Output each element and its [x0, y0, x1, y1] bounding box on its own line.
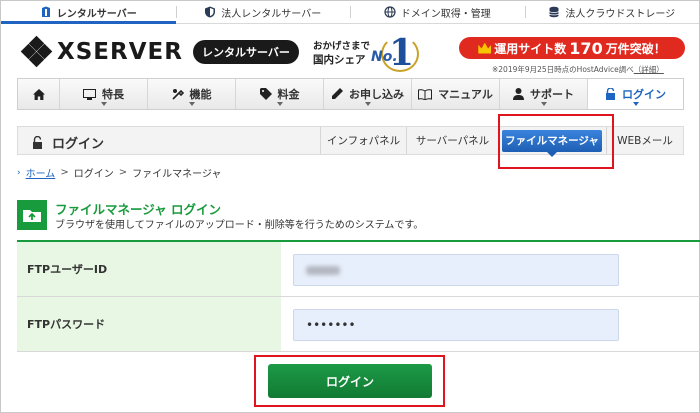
- monitor-icon: [83, 88, 96, 100]
- ftp-user-id-input[interactable]: [293, 254, 619, 286]
- breadcrumb-login[interactable]: ログイン: [74, 165, 114, 180]
- pen-icon: [332, 88, 343, 99]
- highlight-file-manager-tab: [498, 114, 614, 169]
- tab-label: インフォパネル: [326, 135, 401, 147]
- ftp-password-row: FTPパスワード: [17, 297, 700, 352]
- promo-detail-link[interactable]: （詳細）: [634, 65, 664, 74]
- book-icon: [418, 88, 433, 100]
- logo-mark-icon: [20, 35, 53, 68]
- building-icon: [41, 6, 50, 17]
- service-tab-rental-server[interactable]: レンタルサーバー: [1, 1, 176, 24]
- tab-label: WEBメール: [617, 135, 673, 147]
- globe-icon: [384, 6, 396, 18]
- service-tab-label: 法人クラウドストレージ: [565, 8, 676, 20]
- nav-label: お申し込み: [349, 88, 404, 101]
- shield-icon: [205, 6, 216, 18]
- logo-badge: レンタルサーバー: [192, 40, 299, 64]
- nav-support[interactable]: サポート: [500, 79, 588, 109]
- service-tab-cloud-storage[interactable]: 法人クラウドストレージ: [524, 1, 700, 23]
- nav-label: 機能: [189, 88, 212, 101]
- breadcrumb: › ホーム > ログイン > ファイルマネージャ: [17, 165, 221, 180]
- nav-apply[interactable]: お申し込み: [324, 79, 412, 109]
- no1-line2: 国内シェア: [313, 54, 366, 66]
- main-nav: 特長 機能 料金 お申し込み マニュアル サポート ログイン: [17, 78, 684, 110]
- breadcrumb-home[interactable]: ホーム: [26, 165, 56, 180]
- promo-note: ※2019年9月25日時点のHostAdvice調べ（詳細）: [492, 64, 664, 75]
- nav-label: 特長: [102, 88, 124, 101]
- promo-number: 170: [569, 38, 603, 58]
- nav-functions[interactable]: 機能: [148, 79, 236, 109]
- nav-label: サポート: [530, 88, 574, 101]
- nav-pricing[interactable]: 料金: [236, 79, 324, 109]
- tools-icon: [171, 89, 184, 100]
- ftp-user-label: FTPユーザーID: [17, 242, 281, 296]
- database-icon: [549, 6, 560, 18]
- tag-icon: [259, 88, 272, 100]
- promo-note-text: ※2019年9月25日時点のHostAdvice調べ: [492, 65, 634, 74]
- xserver-logo[interactable]: XSERVER レンタルサーバー: [20, 35, 299, 68]
- service-tab-label: レンタルサーバー: [56, 8, 137, 20]
- chevron-down-icon: [540, 102, 547, 106]
- breadcrumb-separator: >: [118, 167, 128, 178]
- breadcrumb-separator: >: [60, 167, 69, 178]
- subbar-title: ログイン: [32, 133, 104, 152]
- service-tab-corporate-server[interactable]: 法人レンタルサーバー: [175, 1, 351, 23]
- nav-manual[interactable]: マニュアル: [412, 79, 500, 109]
- ftp-password-label: FTPパスワード: [17, 297, 281, 351]
- nav-label: 料金: [277, 88, 300, 101]
- breadcrumb-current: ファイルマネージャ: [132, 169, 222, 180]
- nav-label: マニュアル: [438, 88, 493, 101]
- unlock-icon: [33, 136, 42, 149]
- folder-upload-icon: [17, 200, 47, 230]
- tab-webmail[interactable]: WEBメール: [606, 127, 683, 154]
- ftp-password-input[interactable]: [293, 309, 619, 341]
- redacted-user-id: [306, 266, 340, 275]
- nav-home[interactable]: [18, 79, 60, 109]
- promo-banner: 運用サイト数 170 万件突破！: [459, 37, 685, 59]
- nav-label: ログイン: [622, 88, 666, 101]
- promo-suffix: 万件突破！: [605, 41, 666, 56]
- chevron-down-icon: [188, 102, 195, 106]
- crown-icon: [478, 42, 492, 54]
- no1-number: 1: [389, 32, 415, 74]
- service-tab-label: ドメイン取得・管理: [400, 8, 491, 20]
- chevron-right-icon: ›: [17, 167, 21, 178]
- tab-label: サーバーパネル: [415, 135, 490, 147]
- chevron-down-icon: [276, 102, 283, 106]
- ftp-user-row: FTPユーザーID: [17, 242, 700, 297]
- no1-line1: おかげさまで: [313, 41, 371, 52]
- site-header: XSERVER レンタルサーバー おかげさまで 国内シェア No. 1 運用サイ…: [1, 24, 699, 78]
- no1-share-badge: おかげさまで 国内シェア No. 1: [313, 32, 423, 74]
- service-tab-domain[interactable]: ドメイン取得・管理: [350, 1, 525, 23]
- nav-features[interactable]: 特長: [60, 79, 148, 109]
- unlock-icon: [606, 88, 615, 100]
- chevron-down-icon: [364, 102, 371, 106]
- chevron-down-icon: [100, 102, 107, 106]
- subbar-title-text: ログイン: [52, 137, 105, 152]
- tab-info-panel[interactable]: インフォパネル: [320, 127, 406, 154]
- service-tab-label: 法人レンタルサーバー: [221, 8, 322, 20]
- nav-login[interactable]: ログイン: [588, 79, 683, 109]
- promo-prefix: 運用サイト数: [494, 41, 567, 56]
- service-tab-bar: レンタルサーバー 法人レンタルサーバー ドメイン取得・管理 法人クラウドストレー…: [1, 1, 699, 24]
- logo-text: XSERVER: [57, 39, 183, 65]
- tab-server-panel[interactable]: サーバーパネル: [406, 127, 498, 154]
- login-button[interactable]: ログイン: [268, 364, 432, 398]
- section-description: ブラウザを使用してファイルのアップロード・削除等を行うためのシステムです。: [55, 220, 424, 231]
- home-icon: [32, 88, 45, 100]
- person-icon: [513, 88, 524, 100]
